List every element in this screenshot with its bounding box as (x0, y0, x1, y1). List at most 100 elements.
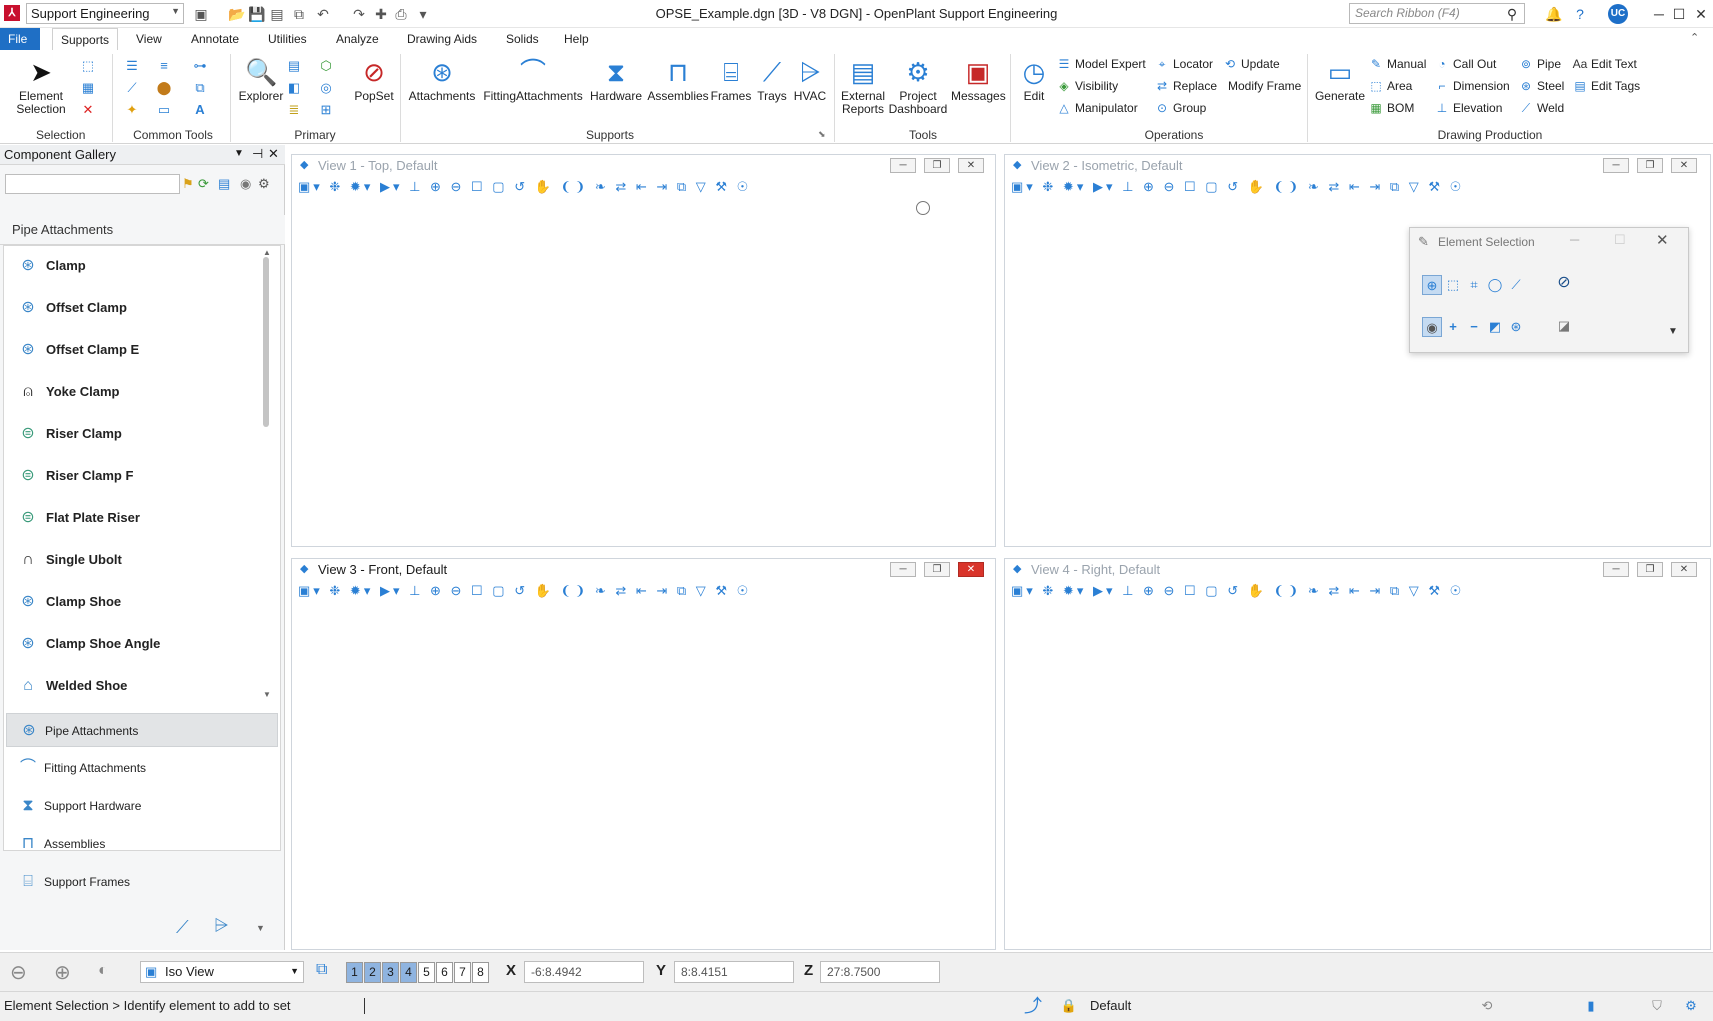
expand-dialog-icon[interactable]: ▼ (1668, 326, 1678, 337)
view-3-minimize-button[interactable]: ─ (890, 562, 916, 577)
search-icon[interactable]: ⚲ (1502, 4, 1522, 24)
user-avatar[interactable]: UC (1608, 4, 1628, 24)
view-mode-dropdown[interactable]: ▣ Iso View ▼ (140, 961, 304, 983)
save-status-icon[interactable]: ⛉ (1648, 997, 1666, 1015)
category-support-frames[interactable]: ⌸ Support Frames (6, 865, 278, 899)
back-icon[interactable]: ⊖ (10, 960, 27, 985)
hvac-button[interactable]: ⩥ HVAC (790, 56, 830, 103)
gallery-item-clamp[interactable]: ⊛ Clamp (16, 250, 85, 282)
clear-selection-icon[interactable]: ✕ (80, 102, 96, 118)
y-coordinate-field[interactable]: 8:8.4151 (674, 961, 794, 983)
gallery-item-single-ubolt[interactable]: ∩ Single Ubolt (16, 544, 122, 576)
gallery-item-offset-clamp-e[interactable]: ⊛ Offset Clamp E (16, 334, 139, 366)
view-2-restore-button[interactable]: ❐ (1637, 158, 1663, 173)
dialog-launcher-icon[interactable]: ⬊ (818, 129, 826, 140)
settings-icon[interactable]: ◉ (240, 176, 251, 192)
refresh-icon[interactable]: ⟳ (198, 176, 209, 192)
dimension-button[interactable]: ⌐ Dimension (1434, 79, 1509, 93)
visibility-button[interactable]: ◈ Visibility (1056, 79, 1118, 93)
pin-panel-icon[interactable]: ⊣ (252, 146, 263, 162)
close-panel-icon[interactable]: ✕ (268, 146, 279, 162)
block-method-icon[interactable]: ⬚ (1443, 275, 1463, 295)
models-icon[interactable]: ⬡ (318, 58, 334, 74)
update-button[interactable]: ⟲ Update (1222, 57, 1280, 71)
select-cursor-icon[interactable]: ◪ (1554, 316, 1574, 336)
element-selection-button[interactable]: ➤ Element Selection (8, 56, 74, 116)
select-all-mode-icon[interactable]: ⊛ (1506, 317, 1526, 337)
undo-icon[interactable]: ↶ (314, 5, 332, 23)
gallery-item-yoke-clamp[interactable]: ⍝ Yoke Clamp (16, 376, 119, 408)
x-coordinate-field[interactable]: -6:8.4942 (524, 961, 644, 983)
bom-button[interactable]: ▦ BOM (1368, 101, 1414, 115)
tab-annotate[interactable]: Annotate (183, 28, 247, 50)
view-toggle-2[interactable]: 2 (364, 962, 381, 983)
line-method-icon[interactable]: ⟋ (1506, 275, 1526, 295)
tab-drawing-aids[interactable]: Drawing Aids (399, 28, 485, 50)
category-support-hardware[interactable]: ⧗ Support Hardware (6, 789, 278, 823)
open-folder-icon[interactable]: 📂 (228, 5, 246, 23)
view-toggle-3[interactable]: 3 (382, 962, 399, 983)
minimize-icon[interactable]: ─ (1648, 3, 1670, 25)
view-1-restore-button[interactable]: ❐ (924, 158, 950, 173)
view-rotation-icon[interactable]: ◐ (98, 962, 108, 980)
circle-method-icon[interactable]: ◯ (1485, 275, 1505, 295)
view-toggle-7[interactable]: 7 (454, 962, 471, 983)
view-2-close-button[interactable]: ✕ (1671, 158, 1697, 173)
more-categories-icon[interactable]: ▼ (256, 923, 265, 933)
category-pipe-attachments[interactable]: ⊛ Pipe Attachments (6, 713, 278, 747)
view-4-toolbar[interactable]: ▣▾ ❉ ✹▾ ▶▾ ⊥ ⊕ ⊖ ☐ ▢ ↺ ✋ ❨❩ ❧ ⇄ ⇤ ⇥ ⧉ ▽ … (1011, 583, 1710, 605)
replace-button[interactable]: ⇄ Replace (1154, 79, 1217, 93)
rectangle-icon[interactable]: ▭ (156, 102, 172, 118)
notification-bell-icon[interactable]: 🔔 (1544, 4, 1564, 24)
line-style-icon[interactable]: ☰ (124, 58, 140, 74)
view-4-restore-button[interactable]: ❐ (1637, 562, 1663, 577)
maximize-icon[interactable]: ☐ (1668, 3, 1690, 25)
view-4-close-button[interactable]: ✕ (1671, 562, 1697, 577)
view-toggle-8[interactable]: 8 (472, 962, 489, 983)
lock-icon[interactable]: 🔒 (1060, 997, 1078, 1015)
tab-supports[interactable]: Supports (52, 28, 119, 50)
redo-icon[interactable]: ↷ (350, 5, 368, 23)
workflow-dropdown[interactable]: Support Engineering ▼ (26, 3, 184, 24)
frames-button[interactable]: ⌸ Frames (710, 56, 752, 103)
trays-shortcut-icon[interactable]: ⟋ (176, 917, 189, 938)
forward-icon[interactable]: ⊕ (54, 960, 71, 985)
customize-qat-icon[interactable]: ▾ (414, 5, 432, 23)
scroll-up-icon[interactable]: ▲ (263, 248, 271, 257)
tab-utilities[interactable]: Utilities (260, 28, 315, 50)
gallery-item-clamp-shoe-angle[interactable]: ⊛ Clamp Shoe Angle (16, 628, 160, 660)
hvac-shortcut-icon[interactable]: ⩥ (214, 915, 228, 936)
select-by-attributes-icon[interactable]: ▦ (80, 80, 96, 96)
weld-button[interactable]: ⟋ Weld (1518, 101, 1564, 116)
manual-button[interactable]: ✎ Manual (1368, 57, 1426, 71)
assemblies-button[interactable]: ⊓ Assemblies (646, 56, 710, 103)
tab-view[interactable]: View (128, 28, 170, 50)
active-path-icon[interactable]: ⤴ (1024, 997, 1042, 1015)
z-coordinate-field[interactable]: 27:8.7500 (820, 961, 940, 983)
view-3-restore-button[interactable]: ❐ (924, 562, 950, 577)
edit-button[interactable]: ◷ Edit (1014, 56, 1054, 103)
print-icon[interactable]: ⎙ (392, 5, 410, 23)
tab-solids[interactable]: Solids (498, 28, 547, 50)
new-mode-icon[interactable]: ◉ (1422, 317, 1442, 337)
view-3-toolbar[interactable]: ▣▾ ❉ ✹▾ ▶▾ ⊥ ⊕ ⊖ ☐ ▢ ↺ ✋ ❨❩ ❧ ⇄ ⇤ ⇥ ⧉ ▽ … (298, 583, 995, 605)
explorer-button[interactable]: 🔍 Explorer (236, 56, 286, 103)
save-settings-icon[interactable]: ▤ (268, 5, 286, 23)
subtract-mode-icon[interactable]: − (1464, 317, 1484, 337)
view-1-minimize-button[interactable]: ─ (890, 158, 916, 173)
weight-icon[interactable]: ≡ (156, 58, 172, 74)
fitting-attachments-button[interactable]: ⌒ FittingAttachments (481, 56, 585, 103)
manipulator-button[interactable]: △ Manipulator (1056, 101, 1137, 115)
help-icon[interactable]: ? (1570, 4, 1590, 24)
references-icon[interactable]: ▤ (286, 58, 302, 74)
view-4-canvas[interactable] (1007, 607, 1708, 947)
tab-analyze[interactable]: Analyze (328, 28, 387, 50)
edit-tags-button[interactable]: ▤ Edit Tags (1572, 79, 1640, 93)
view-toggle-5[interactable]: 5 (418, 962, 435, 983)
save-icon[interactable]: 💾 (248, 5, 266, 23)
tools-status-icon[interactable]: ⚙ (1682, 997, 1700, 1015)
search-ribbon-input[interactable]: Search Ribbon (F4) (1349, 3, 1525, 24)
select-all-icon[interactable]: ⬚ (80, 58, 96, 74)
tab-file[interactable]: File (0, 28, 40, 50)
view-4-minimize-button[interactable]: ─ (1603, 562, 1629, 577)
